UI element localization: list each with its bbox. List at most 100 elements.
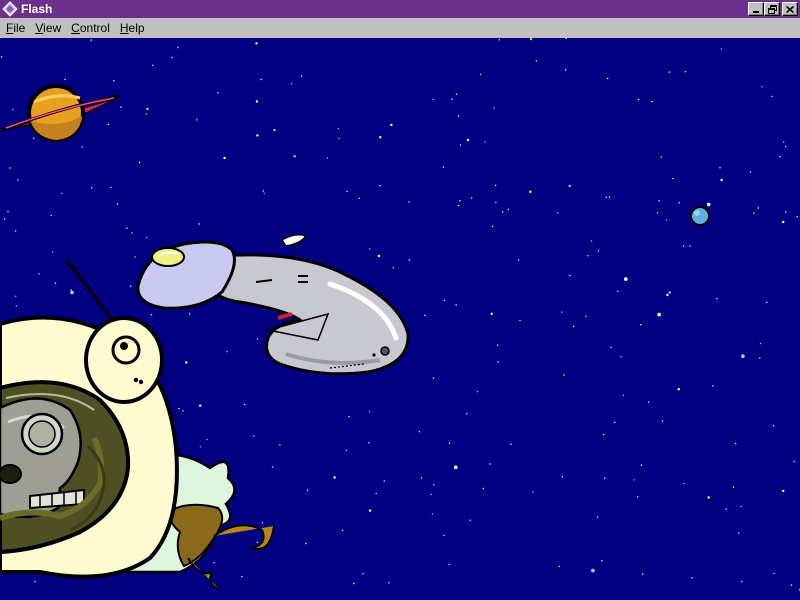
star	[734, 442, 737, 445]
star	[113, 80, 115, 82]
star	[255, 42, 258, 45]
star	[608, 196, 611, 198]
star	[783, 141, 785, 143]
star	[484, 141, 486, 143]
star	[362, 573, 364, 575]
star	[12, 109, 14, 111]
star	[517, 259, 520, 261]
star	[107, 123, 110, 126]
star	[496, 344, 499, 346]
star	[741, 580, 743, 583]
star	[61, 192, 63, 195]
flash-app-icon	[2, 1, 18, 17]
star	[263, 192, 265, 195]
menu-help[interactable]: Help	[115, 19, 150, 37]
menu-view[interactable]: View	[30, 19, 66, 37]
star	[171, 56, 173, 59]
star	[561, 311, 563, 313]
star	[725, 508, 727, 510]
star	[532, 491, 534, 493]
star	[741, 354, 745, 359]
star	[448, 563, 450, 566]
star	[558, 565, 560, 568]
flash-stage[interactable]	[0, 38, 800, 600]
star	[326, 157, 329, 159]
star	[761, 86, 763, 88]
star	[759, 357, 761, 359]
star	[199, 446, 202, 448]
star	[256, 541, 258, 544]
star	[432, 377, 435, 379]
minimize-icon	[753, 10, 759, 13]
star	[712, 385, 714, 387]
star	[720, 48, 723, 50]
star	[217, 92, 219, 94]
star	[388, 582, 390, 584]
menu-bar: File View Control Help	[0, 18, 800, 38]
star	[241, 575, 243, 578]
star	[150, 314, 153, 316]
star	[457, 204, 460, 207]
star	[50, 214, 52, 217]
title-bar[interactable]: Flash	[0, 0, 800, 18]
star	[498, 39, 500, 41]
star	[345, 449, 348, 452]
star	[678, 202, 680, 204]
star	[587, 255, 589, 257]
star	[605, 196, 607, 198]
star	[585, 315, 587, 318]
star	[610, 346, 612, 348]
star	[785, 211, 787, 213]
star	[557, 212, 559, 214]
star	[597, 250, 600, 252]
star	[442, 166, 445, 168]
star	[418, 431, 421, 433]
star	[177, 47, 179, 49]
star	[457, 115, 460, 117]
star	[604, 477, 606, 479]
star	[454, 465, 458, 470]
star	[353, 582, 355, 585]
star	[261, 522, 264, 524]
star	[3, 218, 6, 220]
star	[300, 75, 303, 77]
star	[614, 421, 616, 423]
star	[657, 312, 661, 317]
star	[569, 274, 571, 277]
star	[459, 144, 462, 146]
star	[782, 220, 785, 224]
star	[497, 361, 499, 363]
menu-file[interactable]: File	[1, 19, 30, 37]
star	[491, 225, 494, 228]
star	[716, 298, 718, 300]
star	[793, 460, 795, 463]
star	[244, 403, 246, 406]
star	[707, 496, 710, 499]
restore-button[interactable]	[764, 2, 780, 16]
star	[379, 136, 382, 139]
star	[337, 127, 339, 130]
star	[683, 482, 685, 485]
star	[591, 568, 595, 573]
star	[684, 71, 686, 73]
star	[677, 388, 680, 391]
menu-control[interactable]: Control	[66, 19, 115, 37]
restore-icon	[767, 4, 777, 14]
star	[489, 463, 491, 465]
star	[38, 273, 40, 275]
star	[34, 581, 36, 583]
star	[223, 156, 226, 160]
star	[573, 325, 575, 328]
close-button[interactable]	[782, 2, 798, 16]
star	[145, 113, 147, 115]
star	[719, 167, 721, 169]
star	[759, 342, 762, 345]
star	[7, 211, 9, 213]
star	[138, 161, 141, 164]
minimize-button[interactable]	[748, 2, 764, 16]
star	[198, 223, 200, 225]
star	[637, 98, 640, 101]
star	[668, 291, 671, 294]
star	[471, 197, 473, 199]
star	[90, 39, 93, 41]
